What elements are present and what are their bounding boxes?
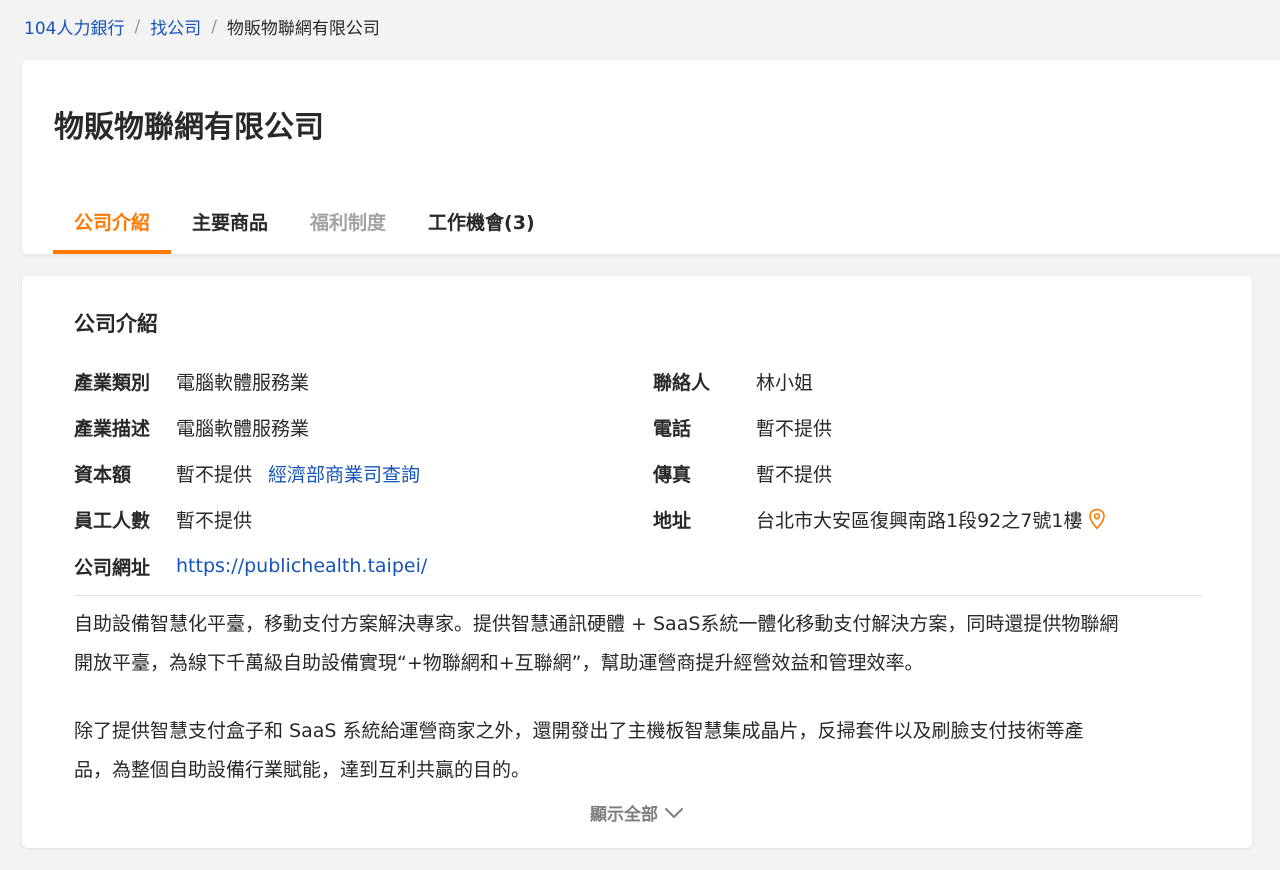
phone-row: 電話 暫不提供 [653,412,832,442]
breadcrumb-home-link[interactable]: 104人力銀行 [24,14,124,39]
capital-value: 暫不提供 [176,463,253,486]
fax-value: 暫不提供 [756,463,833,486]
website-link[interactable]: https://publichealth.taipei/ [176,555,427,577]
description-line: 除了提供智慧支付盒子和 SaaS 系統給運營商家之外，還開發出了主機板智慧集成晶… [74,720,1084,742]
company-name-title: 物販物聯網有限公司 [54,110,324,145]
fax-label: 傳真 [653,463,692,486]
address-value: 台北市大安區復興南路1段92之7號1樓 [756,509,1083,532]
industry-desc-row: 產業描述 電腦軟體服務業 [74,412,309,442]
contact-value: 林小姐 [756,371,814,394]
map-pin-icon[interactable] [1088,508,1106,530]
website-row: 公司網址 https://publichealth.taipei/ [74,551,427,581]
description-line: 開放平臺，為線下千萬級自助設備實現“+物聯網和+互聯網”，幫助運營商提升經營效益… [74,652,924,674]
company-description-paragraph-2: 除了提供智慧支付盒子和 SaaS 系統給運營商家之外，還開發出了主機板智慧集成晶… [74,712,1209,790]
employees-label: 員工人數 [74,509,151,532]
company-tabs: 公司介紹 主要商品 福利制度 工作機會(3) [53,188,556,254]
moea-lookup-link[interactable]: 經濟部商業司查詢 [268,460,420,487]
breadcrumb: 104人力銀行 / 找公司 / 物販物聯網有限公司 [24,14,380,40]
industry-row: 產業類別 電腦軟體服務業 [74,366,309,396]
description-line: 自助設備智慧化平臺，移動支付方案解決專家。提供智慧通訊硬體 + SaaS系統一體… [74,613,1119,635]
show-all-label: 顯示全部 [590,805,658,825]
tab-welfare: 福利制度 [310,211,387,234]
intro-divider [74,595,1202,596]
breadcrumb-current: 物販物聯網有限公司 [226,19,380,39]
address-row: 地址 台北市大安區復興南路1段92之7號1樓 [653,504,1106,534]
capital-row: 資本額 暫不提供 經濟部商業司查詢 [74,458,420,488]
tab-main-products[interactable]: 主要商品 [171,188,289,254]
contact-row: 聯絡人 林小姐 [653,366,813,396]
address-label: 地址 [653,509,692,532]
industry-desc-value: 電腦軟體服務業 [176,417,310,440]
phone-value: 暫不提供 [756,417,833,440]
company-intro-card: 公司介紹 產業類別 電腦軟體服務業 產業描述 電腦軟體服務業 資本額 暫不提供 … [22,276,1252,848]
website-label: 公司網址 [74,556,151,579]
employees-value: 暫不提供 [176,509,253,532]
breadcrumb-separator: / [211,16,217,37]
company-header-card: 物販物聯網有限公司 公司介紹 主要商品 福利制度 工作機會(3) [22,60,1280,254]
industry-value: 電腦軟體服務業 [176,371,310,394]
description-line: 品，為整個自助設備行業賦能，達到互利共贏的目的。 [74,759,531,781]
tab-company-intro[interactable]: 公司介紹 [53,188,172,254]
fax-row: 傳真 暫不提供 [653,458,832,488]
breadcrumb-find-company-link[interactable]: 找公司 [150,14,201,39]
capital-label: 資本額 [74,463,132,486]
tab-job-openings[interactable]: 工作機會(3) [407,188,556,254]
employees-row: 員工人數 暫不提供 [74,504,252,534]
company-description-paragraph-1: 自助設備智慧化平臺，移動支付方案解決專家。提供智慧通訊硬體 + SaaS系統一體… [74,605,1209,683]
phone-label: 電話 [653,417,692,440]
industry-label: 產業類別 [74,371,151,394]
breadcrumb-separator: / [134,16,141,37]
industry-desc-label: 產業描述 [74,417,151,440]
intro-section-title: 公司介紹 [74,312,158,336]
contact-label: 聯絡人 [653,371,711,394]
show-all-button[interactable]: 顯示全部 [22,800,1252,825]
chevron-down-icon [665,807,683,818]
